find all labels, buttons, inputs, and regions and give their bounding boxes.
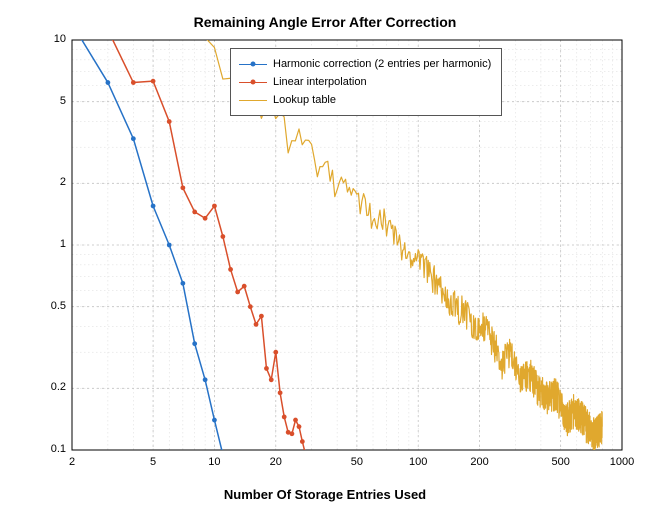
series-marker xyxy=(151,79,156,84)
series-marker xyxy=(192,210,197,215)
series-marker xyxy=(259,314,264,319)
series-marker xyxy=(167,243,172,248)
x-tick-label: 20 xyxy=(270,456,282,468)
series-marker xyxy=(220,452,225,457)
y-tick-label: 0.2 xyxy=(26,381,66,393)
x-tick-label: 1000 xyxy=(610,456,634,468)
legend-entry: Linear interpolation xyxy=(239,73,491,91)
series-marker xyxy=(203,216,208,221)
y-tick-label: 0.5 xyxy=(26,300,66,312)
series-marker xyxy=(192,341,197,346)
x-tick-label: 5 xyxy=(150,456,156,468)
series-marker xyxy=(278,390,283,395)
y-tick-label: 0.1 xyxy=(26,443,66,455)
series-marker xyxy=(220,234,225,239)
series-marker xyxy=(300,439,305,444)
series-marker xyxy=(303,452,308,457)
legend-label: Harmonic correction (2 entries per harmo… xyxy=(273,58,491,70)
series-marker xyxy=(151,204,156,209)
series-marker xyxy=(180,185,185,190)
x-tick-label: 2 xyxy=(69,456,75,468)
x-tick-label: 50 xyxy=(351,456,363,468)
series-marker xyxy=(105,80,110,85)
series-marker xyxy=(242,284,247,289)
legend-swatch xyxy=(239,76,267,88)
y-tick-label: 2 xyxy=(26,176,66,188)
series-marker xyxy=(269,377,274,382)
legend: Harmonic correction (2 entries per harmo… xyxy=(230,48,502,116)
series-marker xyxy=(212,418,217,423)
x-tick-label: 100 xyxy=(409,456,427,468)
series-marker xyxy=(254,322,259,327)
series-marker xyxy=(290,431,295,436)
chart-container: Remaining Angle Error After Correction M… xyxy=(0,0,650,512)
series-marker xyxy=(264,366,269,371)
y-tick-label: 1 xyxy=(26,238,66,250)
series-marker xyxy=(203,377,208,382)
series-marker xyxy=(297,424,302,429)
legend-swatch xyxy=(239,58,267,70)
y-tick-label: 10 xyxy=(26,33,66,45)
x-tick-label: 200 xyxy=(470,456,488,468)
series-marker xyxy=(180,281,185,286)
series-marker xyxy=(235,290,240,295)
series-marker xyxy=(273,350,278,355)
x-tick-label: 500 xyxy=(551,456,569,468)
series-marker xyxy=(282,415,287,420)
legend-label: Linear interpolation xyxy=(273,76,367,88)
legend-entry: Lookup table xyxy=(239,91,491,109)
series-marker xyxy=(228,267,233,272)
series-marker xyxy=(131,136,136,141)
series-marker xyxy=(167,119,172,124)
series-marker xyxy=(212,204,217,209)
x-tick-label: 10 xyxy=(208,456,220,468)
series-marker xyxy=(306,452,311,457)
legend-swatch xyxy=(239,94,267,106)
legend-entry: Harmonic correction (2 entries per harmo… xyxy=(239,55,491,73)
series-marker xyxy=(131,80,136,85)
series-marker xyxy=(293,418,298,423)
legend-label: Lookup table xyxy=(273,94,336,106)
y-tick-label: 5 xyxy=(26,95,66,107)
series-marker xyxy=(248,304,253,309)
